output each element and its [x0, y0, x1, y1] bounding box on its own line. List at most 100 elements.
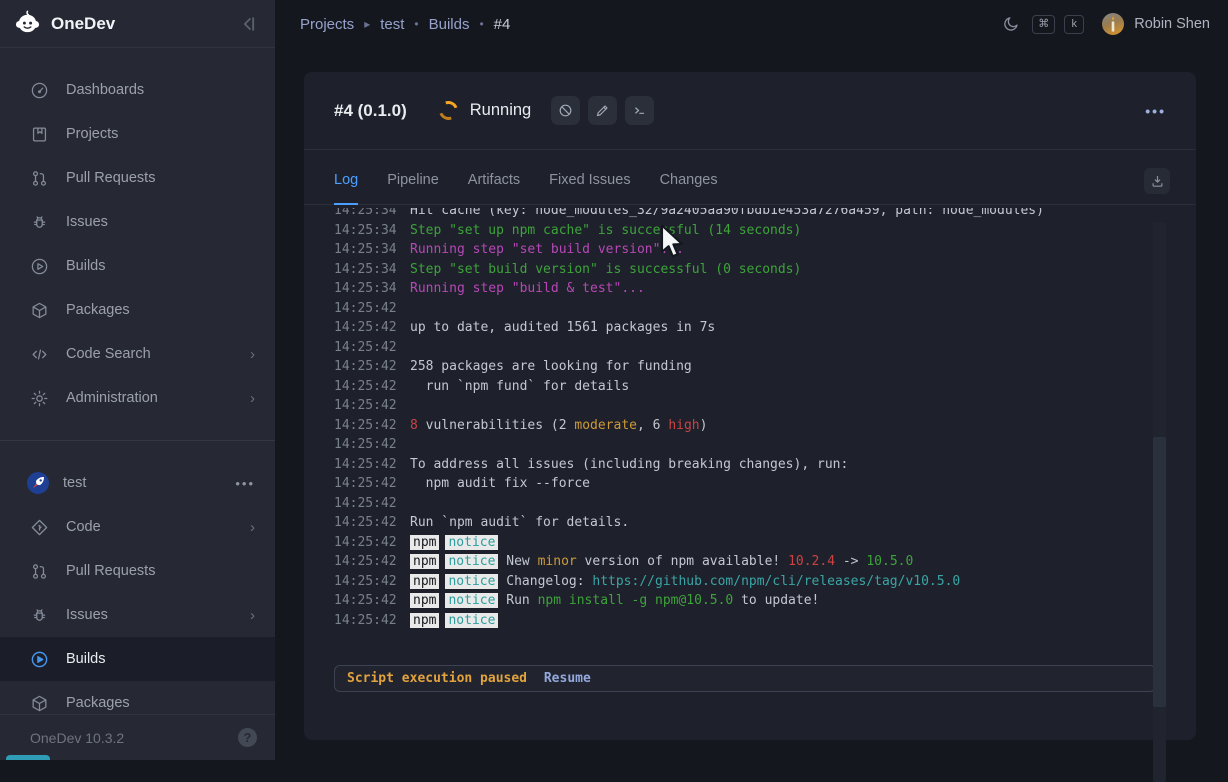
project-name: test: [63, 475, 86, 491]
log-line: 14:25:34Running step "set build version"…: [334, 240, 1166, 260]
bug-icon: [30, 606, 49, 625]
log-message: Running step "build & test"...: [410, 281, 645, 296]
gear-icon: [30, 389, 49, 408]
log-segment: notice: [445, 613, 498, 628]
log-line: 14:25:42: [334, 299, 1166, 319]
tab-pipeline[interactable]: Pipeline: [387, 172, 439, 205]
log-line: 14:25:42npmnotice New minor version of n…: [334, 552, 1166, 572]
log-segment: , 6: [637, 418, 668, 433]
log-segment: notice: [445, 554, 498, 569]
breadcrumb-item[interactable]: test: [380, 16, 404, 33]
chevron-right-icon: ›: [250, 519, 255, 536]
sidebar: OneDev Dashboards Projects: [0, 0, 275, 760]
sidebar-item-builds[interactable]: Builds: [0, 244, 275, 288]
log-line: 14:25:42up to date, audited 1561 package…: [334, 318, 1166, 338]
log-line: 14:25:34Running step "build & test"...: [334, 279, 1166, 299]
sidebar-project-row[interactable]: test •••: [0, 461, 275, 505]
log-segment: npm: [410, 574, 439, 589]
sidebar-item-project-issues[interactable]: Issues ›: [0, 593, 275, 637]
paused-banner: Script execution paused Resume: [334, 665, 1156, 692]
breadcrumb-item[interactable]: Builds: [429, 16, 470, 33]
log-line: 14:25:42: [334, 338, 1166, 358]
play-circle-icon: [30, 650, 49, 669]
sidebar-item-code-search[interactable]: Code Search ›: [0, 332, 275, 376]
tab-changes[interactable]: Changes: [660, 172, 718, 205]
tab-fixed-issues[interactable]: Fixed Issues: [549, 172, 630, 205]
log-segment: minor: [538, 554, 577, 569]
bug-icon: [30, 213, 49, 232]
sidebar-nav: Dashboards Projects Pull Requests: [0, 48, 275, 714]
sidebar-item-project-builds[interactable]: Builds: [0, 637, 275, 681]
edit-build-button[interactable]: [588, 96, 617, 125]
dark-mode-icon[interactable]: [1002, 15, 1020, 33]
breadcrumb-item[interactable]: Projects: [300, 16, 354, 33]
pull-request-icon: [30, 562, 49, 581]
more-actions-button[interactable]: •••: [1145, 103, 1166, 119]
toast-peek: [6, 755, 50, 760]
sidebar-item-label: Code Search: [66, 346, 151, 362]
project-more-button[interactable]: •••: [235, 476, 255, 491]
log-segment: notice: [445, 535, 498, 550]
user-menu[interactable]: Robin Shen: [1101, 12, 1210, 36]
play-circle-icon: [30, 257, 49, 276]
download-log-button[interactable]: [1144, 168, 1170, 194]
log-timestamp: 14:25:42: [334, 318, 396, 338]
log-line: 14:25:42: [334, 435, 1166, 455]
log-line: 14:25:42npmnotice Changelog: https://git…: [334, 572, 1166, 592]
log-segment: run `npm fund` for details: [410, 379, 629, 394]
log-message: Step "set up npm cache" is successful (1…: [410, 223, 801, 238]
tab-artifacts[interactable]: Artifacts: [468, 172, 520, 205]
sidebar-item-project-code[interactable]: Code ›: [0, 505, 275, 549]
log-timestamp: 14:25:34: [334, 240, 396, 260]
log-timestamp: 14:25:34: [334, 260, 396, 280]
breadcrumb-dot-separator: •: [479, 17, 483, 31]
sidebar-item-dashboards[interactable]: Dashboards: [0, 68, 275, 112]
log-segment: To address all issues (including breakin…: [410, 457, 848, 472]
pull-request-icon: [30, 169, 49, 188]
sidebar-item-pull-requests[interactable]: Pull Requests: [0, 156, 275, 200]
log-message: To address all issues (including breakin…: [410, 457, 848, 472]
sidebar-collapse-button[interactable]: [239, 14, 259, 34]
breadcrumb-arrow-separator: ▸: [364, 17, 370, 31]
resume-link[interactable]: Resume: [544, 671, 591, 686]
log-scrollbar-thumb[interactable]: [1153, 437, 1166, 707]
help-icon[interactable]: ?: [238, 728, 257, 747]
log-segment: notice: [445, 593, 498, 608]
sidebar-item-project-pull-requests[interactable]: Pull Requests: [0, 549, 275, 593]
log-segment: high: [668, 418, 699, 433]
log-timestamp: 14:25:42: [334, 435, 396, 455]
log-segment: Changelog:: [498, 574, 592, 589]
topbar: Projects▸test•Builds•#4 ⌘ k: [275, 0, 1228, 48]
log-message: 8 vulnerabilities (2 moderate, 6 high): [410, 418, 707, 433]
log-segment: version of npm available!: [577, 554, 788, 569]
sidebar-item-label: Issues: [66, 214, 108, 230]
shortcut-cmd-key: ⌘: [1032, 15, 1055, 34]
project-avatar: [26, 471, 50, 495]
onedev-logo-icon: [14, 10, 41, 37]
build-detail-card: #4 (0.1.0) Running ••• LogPipelineArt: [304, 72, 1196, 740]
log-line: 14:25:42npmnotice: [334, 533, 1166, 553]
log-link[interactable]: https://github.com/npm/cli/releases/tag/…: [592, 574, 960, 589]
sidebar-item-projects[interactable]: Projects: [0, 112, 275, 156]
log-line: 14:25:42: [334, 494, 1166, 514]
sidebar-item-label: Issues: [66, 607, 108, 623]
build-header: #4 (0.1.0) Running •••: [304, 72, 1196, 150]
chevron-right-icon: ›: [250, 346, 255, 363]
log-timestamp: 14:25:42: [334, 338, 396, 358]
sidebar-item-issues[interactable]: Issues: [0, 200, 275, 244]
sidebar-item-administration[interactable]: Administration ›: [0, 376, 275, 420]
sidebar-item-label: Projects: [66, 126, 118, 142]
terminal-button[interactable]: [625, 96, 654, 125]
log-segment: 10.5.0: [866, 554, 913, 569]
cancel-build-button[interactable]: [551, 96, 580, 125]
sidebar-item-packages[interactable]: Packages: [0, 288, 275, 332]
sidebar-item-project-packages[interactable]: Packages: [0, 681, 275, 714]
topbar-right: ⌘ k Robin Shen: [1002, 12, 1210, 36]
log-line: 14:25:42npmnotice: [334, 611, 1166, 631]
log-segment: New: [498, 554, 537, 569]
sidebar-item-label: Packages: [66, 695, 130, 711]
package-icon: [30, 694, 49, 713]
log-segment: npm audit fix --force: [410, 476, 590, 491]
log-viewport[interactable]: 14:25:34Hit cache (key: node_modules_32/…: [304, 208, 1196, 658]
tab-log[interactable]: Log: [334, 172, 358, 205]
